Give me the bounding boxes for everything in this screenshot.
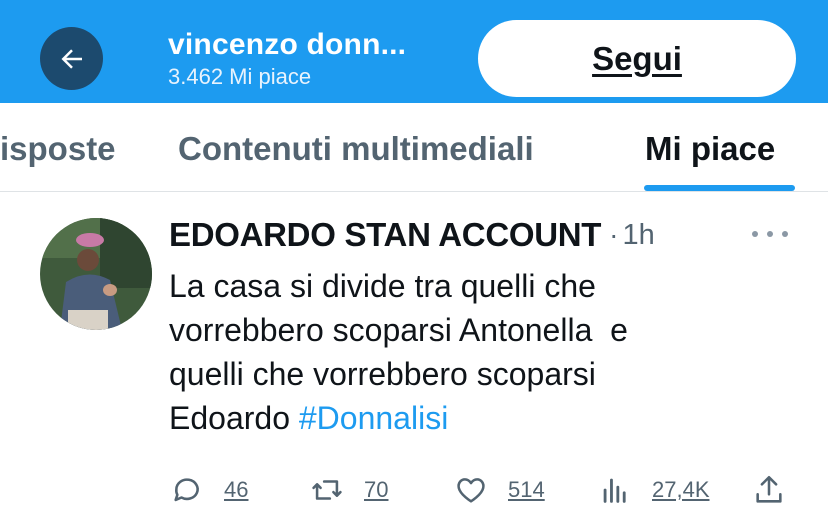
views-button[interactable]: 27,4K [598, 470, 710, 510]
tab-likes[interactable]: Mi piace [645, 130, 775, 168]
like-count: 514 [508, 477, 545, 502]
views-chart-icon [603, 478, 626, 503]
tab-media[interactable]: Contenuti multimediali [178, 130, 534, 168]
profile-likes-count: 3.462 Mi piace [168, 64, 312, 89]
active-tab-indicator [644, 185, 795, 191]
profile-tabs: isposte Contenuti multimediali Mi piace [0, 103, 828, 192]
retweet-icon [312, 480, 342, 500]
follow-button-label: Segui [592, 39, 682, 77]
tweet-author[interactable]: EDOARDO STAN ACCOUNT [169, 216, 601, 254]
tweet-time[interactable]: 1h [622, 219, 654, 252]
retweet-count: 70 [364, 477, 389, 502]
hashtag-link[interactable]: #Donnalisi [299, 400, 448, 436]
share-button[interactable] [752, 470, 786, 510]
like-button[interactable]: 514 [454, 470, 545, 510]
avatar[interactable] [40, 218, 152, 330]
tweet-text-line: quelli che vorrebbero scoparsi [169, 356, 596, 392]
reply-button[interactable]: 46 [170, 470, 248, 510]
tweet-text-line: vorrebbero scoparsi Antonella e [169, 312, 628, 348]
reply-count: 46 [224, 477, 249, 502]
tweet-actions: 46 70 514 27,4K [0, 470, 828, 510]
reply-icon [174, 478, 199, 502]
arrow-left-icon [61, 48, 82, 69]
retweet-button[interactable]: 70 [310, 470, 388, 510]
heart-icon [457, 478, 485, 503]
tweet-header: EDOARDO STAN ACCOUNT · 1h [169, 213, 655, 257]
tweet-text-line-last: Edoardo #Donnalisi [169, 396, 769, 440]
more-options-icon[interactable] [752, 222, 788, 246]
tweet-text-line: Edoardo [169, 400, 299, 436]
back-button[interactable] [40, 27, 103, 90]
tweet-text-line: La casa si divide tra quelli che [169, 268, 596, 304]
profile-name: vincenzo donn... [168, 28, 407, 61]
follow-button[interactable]: Segui [478, 20, 796, 97]
tweet-separator: · [609, 219, 619, 250]
share-icon [756, 475, 782, 503]
tab-replies[interactable]: isposte [0, 130, 116, 168]
views-count: 27,4K [652, 477, 710, 502]
profile-header: vincenzo donn... 3.462 Mi piace Segui [0, 0, 828, 103]
tweet-text: La casa si divide tra quelli che vorrebb… [169, 264, 769, 440]
